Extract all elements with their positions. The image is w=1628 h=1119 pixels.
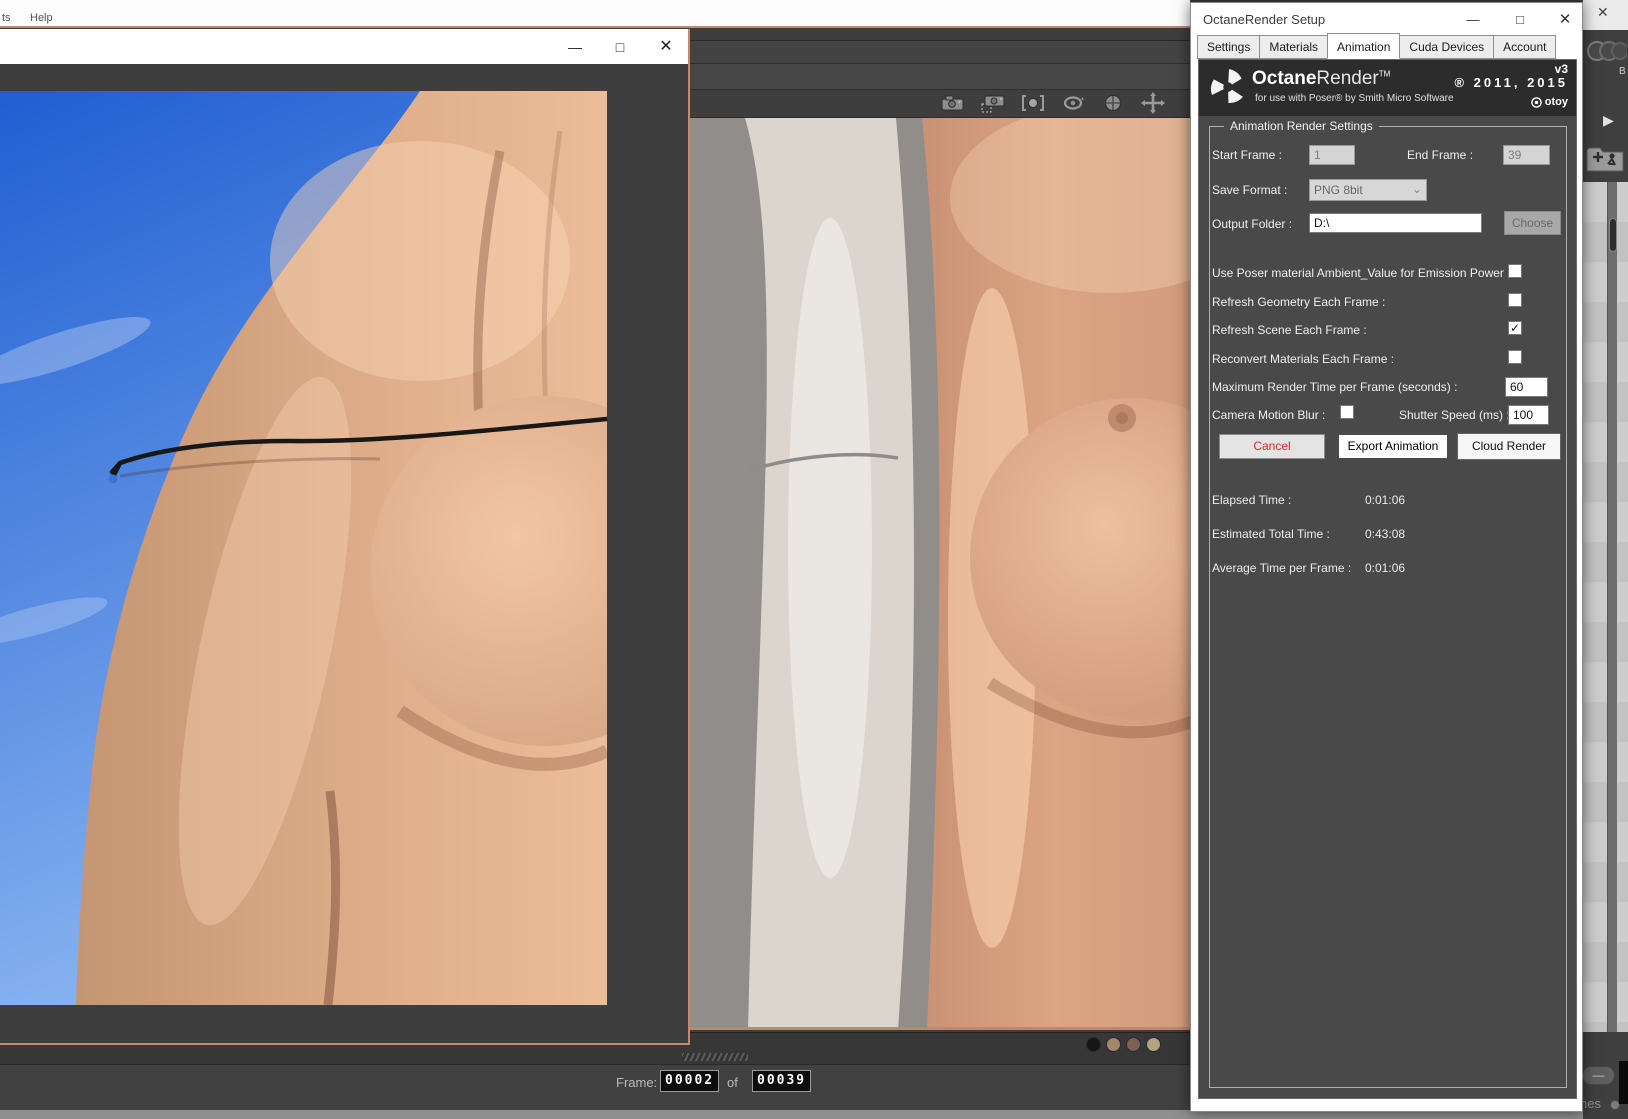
group-title: Animation Render Settings bbox=[1224, 119, 1379, 133]
choose-button[interactable]: Choose bbox=[1504, 211, 1561, 235]
reconvert-materials-label: Reconvert Materials Each Frame : bbox=[1212, 352, 1395, 366]
frame-label: Frame: bbox=[616, 1075, 658, 1090]
display-dot-3[interactable] bbox=[1126, 1037, 1141, 1052]
minimize-icon[interactable]: — bbox=[559, 35, 591, 59]
emission-power-label: Use Poser material Ambient_Value for Emi… bbox=[1212, 266, 1511, 280]
shutter-speed-field[interactable]: 100 bbox=[1508, 405, 1549, 425]
brand-octane: Octane bbox=[1252, 68, 1317, 89]
tab-cuda-devices[interactable]: Cuda Devices bbox=[1399, 35, 1495, 59]
display-dot-2[interactable] bbox=[1106, 1037, 1121, 1052]
tab-account[interactable]: Account bbox=[1493, 35, 1557, 59]
poser-workspace: ts Help — □ ✕ Frame: 00002 of 00039 — ✕ … bbox=[0, 0, 1628, 1119]
brand-version: v3 bbox=[1554, 62, 1568, 76]
start-frame-label: Start Frame : bbox=[1212, 148, 1283, 162]
minimize-icon[interactable]: — bbox=[1459, 10, 1487, 30]
reconvert-materials-checkbox[interactable] bbox=[1508, 350, 1522, 364]
estimated-total-label: Estimated Total Time : bbox=[1212, 527, 1330, 541]
library-sidebar: ✕ B ▶ bbox=[1583, 0, 1628, 1119]
library-titlebar: ✕ bbox=[1583, 0, 1628, 30]
light-icon[interactable] bbox=[1018, 91, 1048, 115]
otoy-icon bbox=[1530, 96, 1542, 108]
render-window-titlebar[interactable]: — □ ✕ bbox=[0, 29, 688, 64]
refresh-scene-checkbox[interactable]: ✓ bbox=[1508, 321, 1522, 335]
menu-help[interactable]: Help bbox=[30, 12, 53, 24]
menu-fragment: ts bbox=[2, 12, 11, 24]
close-icon[interactable]: ✕ bbox=[650, 35, 682, 59]
refresh-scene-label: Refresh Scene Each Frame : bbox=[1212, 323, 1367, 337]
start-frame-field[interactable]: 1 bbox=[1309, 145, 1355, 165]
translate-icon[interactable] bbox=[1138, 91, 1168, 115]
output-folder-field[interactable]: D:\ bbox=[1309, 213, 1482, 233]
max-render-time-field[interactable]: 60 bbox=[1505, 377, 1548, 397]
dialog-tabs: Settings Materials Animation Cuda Device… bbox=[1197, 33, 1557, 59]
refresh-geometry-label: Refresh Geometry Each Frame : bbox=[1212, 295, 1386, 309]
collapse-button[interactable]: — bbox=[1582, 1066, 1615, 1085]
layers-icon[interactable] bbox=[1585, 40, 1627, 62]
estimated-total-value: 0:43:08 bbox=[1365, 527, 1406, 541]
camera-dolly-icon[interactable] bbox=[978, 91, 1008, 115]
scrollbar-thumb[interactable] bbox=[1609, 218, 1617, 252]
display-dot-1[interactable] bbox=[1086, 1037, 1101, 1052]
brand-render: Render bbox=[1316, 68, 1379, 89]
octanerender-setup-dialog: OctaneRender Setup — □ ✕ Settings Materi… bbox=[1190, 2, 1583, 1112]
camera-icon[interactable] bbox=[938, 91, 968, 115]
tab-materials[interactable]: Materials bbox=[1259, 35, 1329, 59]
output-folder-label: Output Folder : bbox=[1212, 217, 1293, 231]
dialog-title: OctaneRender Setup bbox=[1203, 12, 1326, 27]
close-icon[interactable]: ✕ bbox=[1597, 4, 1609, 21]
brand-subtitle: for use with Poser® by Smith Micro Softw… bbox=[1255, 93, 1454, 104]
elapsed-time-label: Elapsed Time : bbox=[1212, 493, 1292, 507]
save-format-value: PNG 8bit bbox=[1314, 183, 1363, 197]
average-time-label: Average Time per Frame : bbox=[1212, 561, 1352, 575]
resize-grip[interactable] bbox=[682, 1053, 748, 1061]
frame-of-label: of bbox=[727, 1075, 738, 1090]
add-figure-folder-icon[interactable] bbox=[1585, 143, 1625, 175]
b-label: B bbox=[1619, 66, 1626, 77]
render-window: — □ ✕ bbox=[0, 29, 690, 1045]
cloud-render-button[interactable]: Cloud Render bbox=[1457, 433, 1561, 460]
max-render-time-label: Maximum Render Time per Frame (seconds) … bbox=[1212, 380, 1458, 394]
end-frame-field[interactable]: 39 bbox=[1503, 145, 1550, 165]
refresh-geometry-checkbox[interactable] bbox=[1508, 293, 1522, 307]
chevron-down-icon: ⌄ bbox=[1411, 182, 1422, 196]
orbit-icon[interactable] bbox=[1058, 91, 1088, 115]
brand-copyright: ® 2011, 2015 bbox=[1454, 75, 1568, 90]
tab-settings[interactable]: Settings bbox=[1197, 35, 1261, 59]
otoy-label: otoy bbox=[1544, 96, 1568, 108]
save-format-label: Save Format : bbox=[1212, 183, 1288, 197]
scrollbar-track[interactable] bbox=[1607, 182, 1617, 1032]
otoy-logo: otoy bbox=[1530, 96, 1568, 108]
menu-bar: ts Help bbox=[0, 0, 1190, 28]
viewport-border bbox=[690, 1027, 1190, 1030]
expand-arrow-icon[interactable]: ▶ bbox=[1603, 112, 1614, 129]
preview-render-image bbox=[690, 118, 1190, 1030]
save-format-dropdown[interactable]: PNG 8bit ⌄ bbox=[1309, 179, 1427, 201]
cancel-button[interactable]: Cancel bbox=[1219, 434, 1325, 459]
tab-animation[interactable]: Animation bbox=[1327, 33, 1401, 59]
camera-motion-blur-label: Camera Motion Blur : bbox=[1212, 408, 1326, 422]
display-dot-4[interactable] bbox=[1146, 1037, 1161, 1052]
octane-render-image bbox=[0, 91, 607, 1005]
average-time-value: 0:01:06 bbox=[1365, 561, 1406, 575]
emission-power-checkbox[interactable] bbox=[1508, 264, 1522, 278]
trackball-icon[interactable] bbox=[1098, 91, 1128, 115]
brand-name: OctaneRenderTM bbox=[1252, 68, 1390, 90]
brand-tm: TM bbox=[1378, 69, 1391, 79]
maximize-icon[interactable]: □ bbox=[604, 35, 636, 59]
panel-divider bbox=[1619, 1061, 1628, 1104]
brand-header: OctaneRenderTM for use with Poser® by Sm… bbox=[1199, 60, 1576, 116]
total-frames-field[interactable]: 00039 bbox=[752, 1070, 812, 1092]
camera-controls bbox=[938, 91, 1168, 117]
dialog-panel: OctaneRenderTM for use with Poser® by Sm… bbox=[1198, 59, 1577, 1099]
elapsed-time-value: 0:01:06 bbox=[1365, 493, 1406, 507]
octane-logo-icon bbox=[1211, 69, 1243, 104]
close-icon[interactable]: ✕ bbox=[1551, 10, 1579, 30]
maximize-icon[interactable]: □ bbox=[1506, 10, 1534, 30]
current-frame-field[interactable]: 00002 bbox=[660, 1070, 720, 1092]
export-animation-button[interactable]: Export Animation bbox=[1337, 433, 1449, 460]
library-list bbox=[1583, 182, 1628, 1032]
end-frame-label: End Frame : bbox=[1407, 148, 1474, 162]
shutter-speed-label: Shutter Speed (ms) : bbox=[1399, 408, 1510, 422]
camera-motion-blur-checkbox[interactable] bbox=[1340, 405, 1354, 419]
